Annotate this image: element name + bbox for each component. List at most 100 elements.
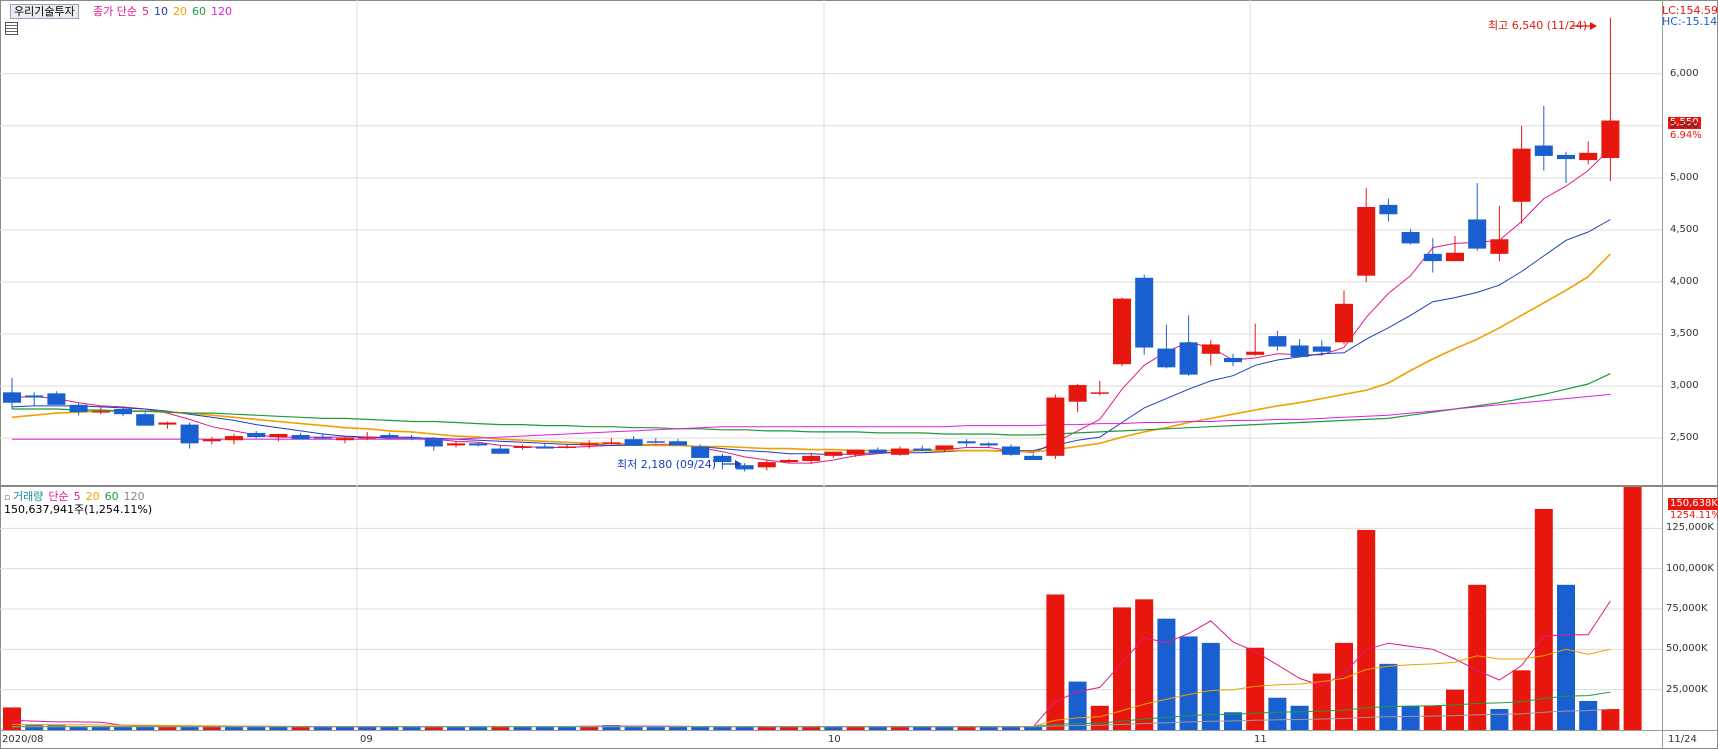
volume-indicator-legend[interactable]: 거래량 단순 5 20 60 120 — [13, 490, 150, 503]
candle-body — [802, 455, 821, 462]
volume-bar — [1490, 709, 1509, 730]
price-axis-label: 6,000 — [1670, 67, 1699, 79]
candle-body — [1534, 145, 1553, 156]
candle-body — [580, 443, 599, 446]
candle-body — [1401, 231, 1420, 244]
candle-body — [846, 449, 865, 455]
candle-body — [669, 441, 687, 446]
volume-legend-item[interactable]: 20 — [86, 490, 100, 503]
candle-body — [1312, 346, 1331, 352]
volume-legend-item[interactable]: 거래량 — [13, 490, 43, 503]
candle-body — [1423, 253, 1442, 262]
volume-bar — [1512, 670, 1531, 730]
volume-bar — [1423, 705, 1442, 730]
candle-body — [336, 438, 354, 441]
volume-axis-label: 125,000K — [1666, 522, 1714, 534]
window-border — [0, 0, 1718, 749]
candle-body — [1557, 154, 1575, 160]
candle-body — [114, 408, 132, 415]
candle-body — [202, 439, 221, 442]
price-ma-60-line — [12, 373, 1611, 436]
price-axis-label: 5,500 — [1670, 119, 1699, 131]
candle-body — [1379, 204, 1398, 215]
volume-bar — [1623, 486, 1642, 730]
volume-bar — [1246, 647, 1265, 730]
max-arrow-head — [1590, 22, 1597, 30]
volume-bar — [1290, 705, 1309, 730]
candle-body — [1157, 348, 1176, 368]
volume-bar — [1534, 508, 1553, 730]
price-ma-20-line — [11, 253, 1611, 453]
candle-body — [935, 445, 954, 450]
volume-axis-label: 75,000K — [1666, 603, 1708, 614]
volume-bar — [1379, 663, 1398, 730]
price-legend-item[interactable]: 20 — [173, 5, 187, 18]
candle-body — [380, 435, 399, 438]
price-axis-label: 2,500 — [1670, 432, 1699, 444]
candle-body — [1068, 385, 1087, 402]
volume-bar — [1357, 529, 1376, 730]
candle-body — [913, 448, 932, 451]
price-legend-item[interactable]: 10 — [154, 5, 168, 18]
candle-body — [69, 404, 88, 413]
candle-body — [424, 439, 443, 447]
volume-bar — [1068, 681, 1087, 730]
price-legend-item[interactable]: 120 — [211, 5, 232, 18]
volume-bar — [1446, 689, 1464, 730]
candle-body — [602, 442, 621, 444]
price-legend-item[interactable]: 60 — [192, 5, 206, 18]
price-legend-item[interactable]: 5 — [142, 5, 149, 18]
price-legend-item[interactable]: 종가 단순 — [93, 5, 137, 18]
min-price-annotation: 최저 2,180 (09/24) — [617, 458, 717, 471]
candle-body — [1024, 455, 1043, 461]
candle-body — [1246, 351, 1265, 355]
candle-body — [136, 414, 155, 426]
candle-body — [646, 441, 665, 443]
price-axis-label: 5,000 — [1670, 171, 1699, 183]
price-indicator-legend[interactable]: 종가 단순 5 10 20 60 120 — [93, 5, 237, 18]
candle-body — [691, 446, 710, 458]
candle-body — [535, 446, 554, 449]
volume-axis-label: 50,000K — [1666, 643, 1708, 655]
volume-panel-icon: ▫ — [4, 493, 11, 503]
candle-body — [1224, 357, 1242, 363]
candle-body — [780, 460, 798, 463]
volume-axis-label: 25,000K — [1666, 683, 1708, 695]
volume-axis-label: 100,000K — [1666, 562, 1714, 574]
date-axis-label: 09 — [360, 734, 373, 745]
volume-bar — [1557, 584, 1575, 730]
price-axis-label: 3,500 — [1670, 328, 1699, 339]
candle-body — [1179, 342, 1198, 375]
candle-body — [3, 392, 21, 403]
candle-body — [1490, 239, 1509, 254]
volume-bar — [1268, 697, 1287, 730]
volume-bar — [1157, 618, 1176, 730]
volume-change-tag: 1254.11% — [1670, 510, 1718, 521]
stock-name-button[interactable]: 우리기술투자 — [10, 4, 79, 19]
candle-body — [1113, 298, 1131, 365]
candle-body — [558, 446, 576, 448]
candle-body — [868, 449, 887, 453]
candle-body — [1512, 148, 1531, 202]
volume-bar — [1201, 642, 1220, 730]
table-view-icon[interactable] — [5, 22, 18, 35]
volume-bar — [1601, 709, 1620, 730]
volume-legend-item[interactable]: 5 — [74, 490, 81, 503]
price-axis-label: 4,000 — [1670, 275, 1699, 287]
candle-body — [891, 448, 909, 455]
volume-legend-item[interactable]: 60 — [105, 490, 119, 503]
candle-body — [957, 441, 976, 444]
volume-legend-item[interactable]: 단순 — [48, 490, 68, 503]
volume-bar — [1579, 700, 1598, 730]
candle-body — [291, 435, 310, 440]
volume-legend-item[interactable]: 120 — [124, 490, 145, 503]
candle-body — [1601, 120, 1620, 159]
candle-body — [1579, 152, 1598, 161]
chart-canvas[interactable] — [0, 0, 1718, 749]
candle-body — [1201, 344, 1220, 354]
volume-bar — [1113, 607, 1131, 730]
candle-body — [269, 433, 288, 438]
candle-body — [91, 411, 110, 413]
hc-label: HC:-15.14 — [1662, 15, 1718, 28]
candle-body — [1135, 277, 1154, 348]
